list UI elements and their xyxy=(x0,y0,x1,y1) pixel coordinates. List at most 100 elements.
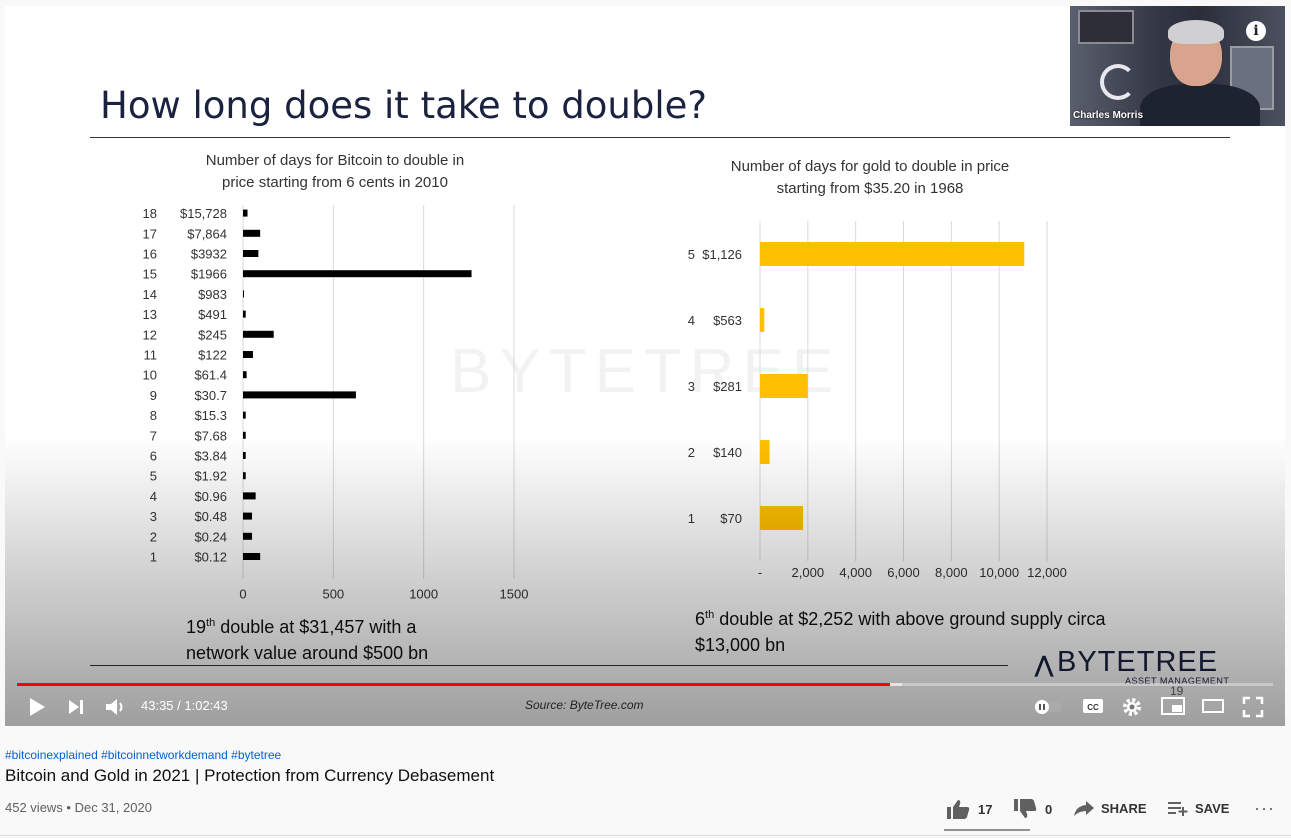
share-icon xyxy=(1074,801,1094,816)
category-price-label: $245 xyxy=(198,327,227,342)
bar xyxy=(243,250,259,257)
bar xyxy=(243,411,246,419)
presenter-body xyxy=(1140,84,1260,126)
x-tick-label: 10,000 xyxy=(979,565,1019,580)
hashtags[interactable]: #bitcoinexplained #bitcoinnetworkdemand … xyxy=(5,748,281,762)
meta-separator: • xyxy=(62,800,75,815)
bitcoin-note-ordinal: 19 xyxy=(186,617,207,637)
thumbs-up-icon xyxy=(947,800,970,819)
share-button[interactable]: SHARE xyxy=(1073,798,1147,818)
category-price-label: $0.24 xyxy=(194,529,227,544)
fullscreen-icon[interactable] xyxy=(1242,696,1264,718)
save-label: SAVE xyxy=(1195,800,1230,816)
category-number-label: 1 xyxy=(150,550,157,565)
video-title: Bitcoin and Gold in 2021 | Protection fr… xyxy=(5,766,495,785)
category-number-label: 13 xyxy=(143,307,157,322)
bytetree-logo-name: BYTETREE xyxy=(1057,646,1219,678)
miniplayer-icon[interactable] xyxy=(1160,696,1186,716)
bar xyxy=(760,242,1025,266)
progress-bar[interactable] xyxy=(17,683,1273,686)
bar xyxy=(243,351,253,358)
captions-icon[interactable]: CC xyxy=(1082,697,1104,715)
dislike-button[interactable]: 0 xyxy=(1013,798,1052,820)
bitcoin-note-ordinal-suffix: th xyxy=(206,617,216,629)
category-price-label: $3.84 xyxy=(194,449,227,464)
x-tick-label: 2,000 xyxy=(792,565,825,580)
progress-played xyxy=(17,683,890,686)
category-price-label: $7.68 xyxy=(194,428,227,443)
bar xyxy=(243,472,246,480)
x-tick-label: 0 xyxy=(239,587,246,602)
category-price-label: $0.96 xyxy=(194,489,227,504)
bar xyxy=(243,492,256,500)
share-label: SHARE xyxy=(1101,800,1147,816)
category-price-label: $7,864 xyxy=(187,226,227,241)
bitcoin-chart-title-line1: Number of days for Bitcoin to double in xyxy=(205,152,465,169)
bytetree-logo-icon: ⋀ xyxy=(1035,652,1054,677)
category-number-label: 18 xyxy=(143,206,157,221)
category-number-label: 17 xyxy=(143,226,157,241)
x-tick-label: 4,000 xyxy=(839,565,872,580)
category-number-label: 16 xyxy=(143,247,157,262)
save-button[interactable]: SAVE xyxy=(1167,798,1229,818)
svg-text:CC: CC xyxy=(1087,703,1099,712)
autoplay-toggle-icon[interactable] xyxy=(1033,699,1063,715)
like-button[interactable]: 17 xyxy=(946,798,992,820)
category-price-label: $1,126 xyxy=(702,247,742,262)
category-price-label: $30.7 xyxy=(194,388,227,403)
gold-note-ordinal: 6 xyxy=(695,609,706,629)
category-number-label: 9 xyxy=(150,388,157,403)
thumbs-down-icon xyxy=(1014,799,1037,818)
bitcoin-note-line1: double at $31,457 with a xyxy=(215,617,417,637)
bar xyxy=(243,553,261,560)
bar xyxy=(243,270,472,278)
gold-note-line1: double at $2,252 with above ground suppl… xyxy=(714,609,1106,629)
info-icon[interactable]: i xyxy=(1246,21,1266,41)
category-number-label: 4 xyxy=(150,489,157,504)
time-separator: / xyxy=(173,698,185,713)
category-price-label: $0.12 xyxy=(194,550,227,565)
separator xyxy=(0,835,1291,836)
gold-chart-title: Number of days for gold to double in pri… xyxy=(695,156,1045,200)
bitcoin-note-line2: network value around $500 bn xyxy=(186,643,429,663)
x-tick-label: 500 xyxy=(322,587,344,602)
category-price-label: $1966 xyxy=(191,267,227,282)
category-price-label: $140 xyxy=(713,445,742,460)
category-number-label: 6 xyxy=(150,449,157,464)
upload-date: Dec 31, 2020 xyxy=(74,800,152,815)
more-actions-icon[interactable]: ··· xyxy=(1254,798,1275,819)
bitcoin-note: 19th double at $31,457 with a network va… xyxy=(186,610,428,666)
x-tick-label: - xyxy=(758,565,762,580)
bitcoin-chart: 0 500 1000 150018 $15,72817 $7,86416 $393215 $1… xyxy=(143,205,529,602)
title-rule xyxy=(90,137,1230,138)
category-price-label: $281 xyxy=(713,379,742,394)
bar xyxy=(243,290,244,298)
category-number-label: 2 xyxy=(150,529,157,544)
gold-note-line2: $13,000 bn xyxy=(695,635,786,655)
bar xyxy=(243,310,246,318)
bar xyxy=(760,308,765,332)
x-tick-label: 6,000 xyxy=(887,565,920,580)
presenter-hair xyxy=(1168,20,1224,44)
settings-icon[interactable] xyxy=(1121,696,1143,718)
category-price-label: $15,728 xyxy=(180,206,227,221)
category-price-label: $3932 xyxy=(191,247,227,262)
video-player[interactable]: How long does it take to double? BYTETRE… xyxy=(5,6,1285,726)
category-number-label: 12 xyxy=(143,327,157,342)
play-icon[interactable] xyxy=(27,696,47,718)
gold-chart: - 2,000 4,000 6,000 8,000 10,000 12,000 5 $1,126… xyxy=(688,221,1067,580)
like-ratio-bar xyxy=(944,829,1030,831)
current-time: 43:35 xyxy=(141,698,174,713)
video-info: #bitcoinexplained #bitcoinnetworkdemand … xyxy=(0,726,1291,839)
category-price-label: $61.4 xyxy=(194,368,227,383)
bar xyxy=(243,229,261,237)
next-icon[interactable] xyxy=(67,698,87,716)
view-count: 452 views xyxy=(5,800,63,815)
volume-icon[interactable] xyxy=(104,696,128,718)
bar xyxy=(760,374,808,398)
bar xyxy=(243,330,274,338)
theater-mode-icon[interactable] xyxy=(1201,697,1225,715)
bar xyxy=(243,431,246,439)
save-playlist-icon xyxy=(1168,802,1188,816)
x-tick-label: 1500 xyxy=(500,587,529,602)
